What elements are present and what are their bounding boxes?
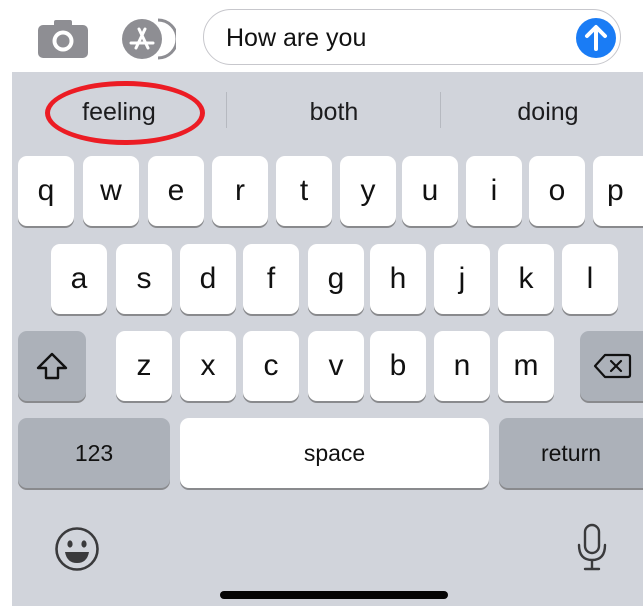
key-label: f: [266, 262, 276, 295]
key-label: q: [37, 174, 55, 207]
key-label: l: [586, 262, 594, 295]
suggestion-both[interactable]: both: [244, 95, 424, 129]
emoji-icon[interactable]: [54, 526, 100, 572]
key-p[interactable]: p: [593, 156, 643, 226]
key-c[interactable]: c: [243, 331, 299, 401]
key-y[interactable]: y: [340, 156, 396, 226]
shift-key[interactable]: [18, 331, 86, 401]
key-q[interactable]: q: [18, 156, 74, 226]
key-e[interactable]: e: [148, 156, 204, 226]
space-key[interactable]: space: [180, 418, 489, 488]
key-j[interactable]: j: [434, 244, 490, 314]
highlight-circle: [45, 81, 205, 145]
key-label: 123: [74, 439, 114, 466]
home-indicator[interactable]: [220, 591, 448, 599]
send-button[interactable]: [576, 18, 616, 58]
message-input-text: How are you: [226, 24, 367, 52]
key-label: o: [548, 174, 566, 207]
key-w[interactable]: w: [83, 156, 139, 226]
key-t[interactable]: t: [276, 156, 332, 226]
key-label: y: [360, 174, 376, 207]
key-label: return: [540, 439, 602, 466]
key-f[interactable]: f: [243, 244, 299, 314]
key-label: j: [458, 262, 466, 295]
key-label: a: [70, 262, 88, 295]
key-r[interactable]: r: [212, 156, 268, 226]
message-compose-bar: How are you: [0, 0, 643, 72]
key-label: space: [303, 439, 366, 466]
key-m[interactable]: m: [498, 331, 554, 401]
key-z[interactable]: z: [116, 331, 172, 401]
key-label: w: [100, 174, 122, 207]
delete-key[interactable]: [580, 331, 643, 401]
key-x[interactable]: x: [180, 331, 236, 401]
key-label: g: [327, 262, 345, 295]
key-a[interactable]: a: [51, 244, 107, 314]
key-label: c: [263, 349, 279, 382]
suggestion-divider: [440, 92, 441, 128]
key-b[interactable]: b: [370, 331, 426, 401]
key-k[interactable]: k: [498, 244, 554, 314]
microphone-icon[interactable]: [575, 522, 609, 572]
key-g[interactable]: g: [308, 244, 364, 314]
key-d[interactable]: d: [180, 244, 236, 314]
key-label: p: [607, 174, 624, 207]
backspace-icon: [593, 353, 631, 379]
key-label: n: [453, 349, 471, 382]
key-label: m: [513, 349, 539, 382]
arrow-up-icon: [585, 25, 607, 51]
return-key[interactable]: return: [499, 418, 643, 488]
key-label: x: [200, 349, 216, 382]
suggestion-divider: [226, 92, 227, 128]
key-label: z: [136, 349, 152, 382]
key-label: v: [328, 349, 344, 382]
key-label: k: [518, 262, 534, 295]
shift-icon: [36, 352, 68, 380]
key-label: u: [421, 174, 439, 207]
message-input[interactable]: How are you: [203, 9, 621, 65]
key-l[interactable]: l: [562, 244, 618, 314]
key-label: r: [235, 174, 245, 207]
key-u[interactable]: u: [402, 156, 458, 226]
key-o[interactable]: o: [529, 156, 585, 226]
key-label: h: [389, 262, 407, 295]
key-n[interactable]: n: [434, 331, 490, 401]
key-h[interactable]: h: [370, 244, 426, 314]
key-label: b: [389, 349, 407, 382]
key-label: t: [299, 174, 309, 207]
camera-icon[interactable]: [38, 20, 88, 58]
numbers-key[interactable]: 123: [18, 418, 170, 488]
key-label: i: [490, 174, 498, 207]
key-label: d: [199, 262, 217, 295]
key-s[interactable]: s: [116, 244, 172, 314]
key-label: e: [167, 174, 185, 207]
key-label: s: [136, 262, 152, 295]
suggestion-doing[interactable]: doing: [458, 95, 638, 129]
app-store-icon[interactable]: [120, 18, 179, 60]
key-i[interactable]: i: [466, 156, 522, 226]
key-v[interactable]: v: [308, 331, 364, 401]
